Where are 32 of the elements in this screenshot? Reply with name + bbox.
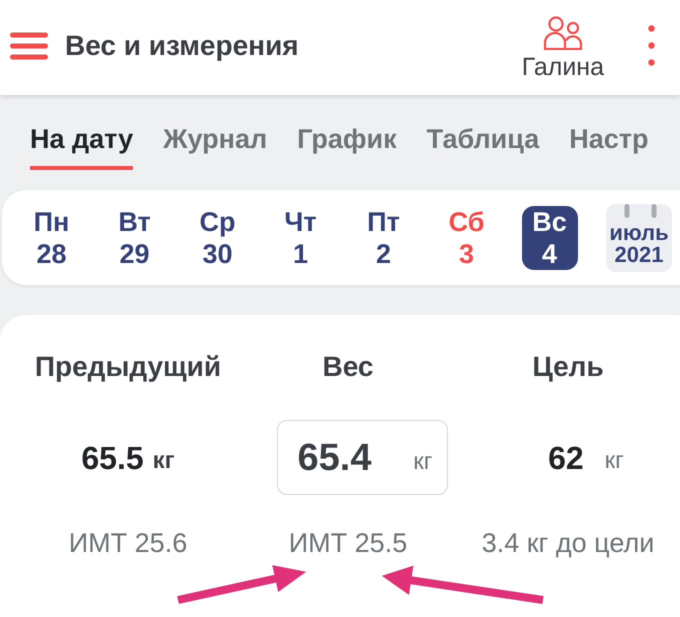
tab[interactable]: Таблица	[426, 115, 540, 170]
more-options-button[interactable]	[648, 25, 655, 66]
day-button[interactable]: Вт 29	[106, 206, 162, 270]
calendar-rings-icon	[623, 204, 658, 218]
weight-input-field[interactable]: 65.4 кг	[276, 420, 448, 495]
weight-value: 65.5	[81, 438, 144, 478]
tab[interactable]: График	[297, 115, 397, 170]
day-button[interactable]: Пн 28	[24, 206, 80, 270]
day-button[interactable]: Чт 1	[272, 206, 328, 270]
tab[interactable]: На дату	[30, 115, 134, 170]
note-text: 3.4 кг до цели	[482, 528, 654, 558]
note-text: ИМТ 25.6	[68, 528, 188, 558]
menu-icon	[10, 32, 48, 60]
column-title: Цель	[532, 352, 604, 382]
app-title: Вес и измерения	[65, 30, 300, 62]
profile-button[interactable]: Галина	[522, 16, 604, 81]
weight-value: 62	[548, 438, 584, 478]
day-button[interactable]: Ср 30	[190, 206, 246, 270]
day-button[interactable]: Вс 4	[522, 206, 578, 270]
column-title: Вес	[322, 352, 374, 382]
people-icon	[542, 16, 583, 50]
more-options-icon	[648, 25, 655, 66]
unit-label: кг	[604, 446, 624, 474]
day-button[interactable]: Сб 3	[438, 206, 494, 270]
note-text: ИМТ 25.5	[288, 528, 408, 558]
tab[interactable]: Настр	[569, 115, 648, 170]
column-title: Предыдущий	[34, 352, 222, 382]
day-button[interactable]: Пт 2	[356, 206, 412, 270]
menu-button[interactable]	[10, 32, 48, 60]
month-button[interactable]: июль 2021	[606, 204, 672, 272]
unit-label: кг	[152, 446, 175, 474]
tab[interactable]: Журнал	[163, 115, 268, 170]
